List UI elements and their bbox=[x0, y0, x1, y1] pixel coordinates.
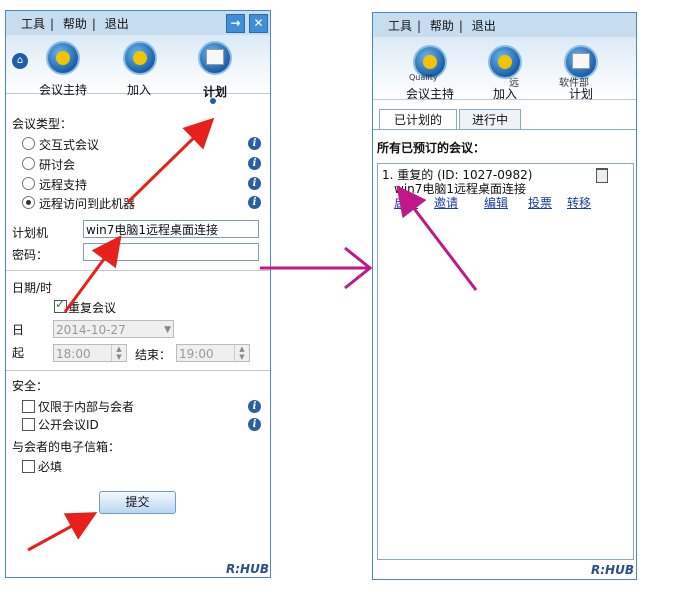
action-edit[interactable]: 编辑 bbox=[484, 194, 508, 211]
date-select[interactable]: 2014-10-27 ▼ bbox=[53, 320, 174, 338]
nav-row: ⌂ 会议主持 加入 计划 bbox=[6, 35, 270, 104]
scheduler-window-left: 工具 | 帮助 | 退出 → ✕ ⌂ 会议主持 加入 计划 会议类型： 交互式会议 … bbox=[5, 10, 271, 578]
menu-bar: 工具 | 帮助 | 退出 bbox=[373, 13, 636, 37]
start-label: 起 bbox=[12, 346, 25, 360]
menu-tools[interactable]: 工具 bbox=[21, 17, 45, 31]
end-time-input[interactable]: 19:00 ▲ ▼ bbox=[176, 344, 250, 362]
info-icon[interactable]: i bbox=[248, 137, 261, 150]
scheduler-window-right: 工具 | 帮助 | 退出 Quality 会议主持 远 加入 软件部 计划 已计划的… bbox=[372, 12, 637, 580]
end-label: 结束： bbox=[135, 348, 172, 362]
type-label-seminar: 研讨会 bbox=[39, 158, 76, 172]
start-time-input[interactable]: 18:00 ▲ ▼ bbox=[53, 344, 127, 362]
tab-planned[interactable]: 已计划的 bbox=[379, 109, 457, 130]
section-heading: 所有已预订的会议： bbox=[377, 141, 486, 155]
action-transfer[interactable]: 转移 bbox=[567, 194, 591, 211]
radio-remote-access[interactable] bbox=[22, 196, 35, 209]
info-icon[interactable]: i bbox=[248, 177, 261, 190]
security-label: 安全： bbox=[12, 379, 49, 393]
close-icon[interactable]: ✕ bbox=[249, 14, 268, 33]
type-label-remote-support: 远程支持 bbox=[39, 178, 88, 192]
action-invite[interactable]: 邀请 bbox=[434, 194, 458, 211]
type-label-remote-access: 远程访问到此机器 bbox=[39, 197, 136, 211]
password-input[interactable] bbox=[83, 243, 259, 261]
radio-seminar[interactable] bbox=[22, 157, 35, 170]
tab-ongoing[interactable]: 进行中 bbox=[459, 109, 521, 130]
meeting-type-label: 会议类型： bbox=[12, 117, 73, 131]
info-icon[interactable]: i bbox=[248, 196, 261, 209]
spinner-icon[interactable]: ▲ ▼ bbox=[111, 345, 126, 361]
password-label: 密码： bbox=[12, 248, 49, 262]
check-icon: ✓ bbox=[55, 297, 66, 311]
action-vote[interactable]: 投票 bbox=[528, 194, 552, 211]
nav-host-label[interactable]: 会议主持 bbox=[39, 81, 87, 98]
arrow-right-icon[interactable]: → bbox=[226, 14, 245, 33]
nav-row: Quality 会议主持 远 加入 软件部 计划 bbox=[373, 37, 636, 102]
radio-interactive[interactable] bbox=[22, 137, 35, 150]
spinner-icon[interactable]: ▲ ▼ bbox=[234, 345, 249, 361]
internal-only-label: 仅限于内部与会者 bbox=[38, 400, 135, 414]
menu-bar: 工具 | 帮助 | 退出 → ✕ bbox=[6, 11, 270, 35]
menu-help[interactable]: 帮助 bbox=[430, 19, 454, 33]
action-start[interactable]: 启动 bbox=[394, 194, 418, 211]
active-indicator bbox=[210, 98, 216, 104]
menu-tools[interactable]: 工具 bbox=[388, 19, 412, 33]
repeat-checkbox[interactable]: ✓ bbox=[54, 297, 67, 313]
rhub-logo: R:HUB bbox=[591, 563, 634, 577]
required-checkbox[interactable] bbox=[22, 460, 35, 473]
type-label-interactive: 交互式会议 bbox=[39, 138, 100, 152]
trash-icon[interactable] bbox=[596, 168, 608, 183]
home-icon[interactable]: ⌂ bbox=[12, 53, 28, 69]
email-label: 与会者的电子信箱： bbox=[12, 440, 121, 454]
rhub-logo: R:HUB bbox=[226, 562, 269, 576]
calendar-icon bbox=[206, 49, 224, 65]
menu-exit[interactable]: 退出 bbox=[472, 19, 496, 33]
schedule-icon[interactable] bbox=[198, 41, 232, 75]
nav-join-label[interactable]: 加入 bbox=[127, 81, 151, 98]
tab-underline bbox=[373, 129, 636, 130]
nav-schedule-label[interactable]: 计划 bbox=[203, 83, 227, 100]
host-meeting-icon[interactable] bbox=[46, 41, 80, 75]
nav-join-label[interactable]: 加入 bbox=[493, 85, 517, 102]
people-icon bbox=[133, 51, 147, 65]
submit-button[interactable]: 提交 bbox=[99, 491, 176, 514]
meeting-list: 1. 重复的 (ID: 1027-0982) win7电脑1远程桌面连接 启动 … bbox=[377, 163, 634, 560]
nav-host-label[interactable]: 会议主持 bbox=[406, 85, 454, 102]
computer-label: 计划机 bbox=[12, 226, 49, 240]
public-id-checkbox[interactable] bbox=[22, 418, 35, 431]
person-icon bbox=[56, 51, 70, 65]
start-time-value: 18:00 bbox=[56, 347, 91, 361]
divider bbox=[6, 370, 270, 371]
calendar-icon bbox=[572, 53, 590, 69]
required-label: 必填 bbox=[38, 460, 63, 474]
nav-schedule-label[interactable]: 计划 bbox=[569, 85, 593, 102]
date-section-label: 日期/时 bbox=[12, 281, 53, 295]
info-icon[interactable]: i bbox=[248, 157, 261, 170]
date-value: 2014-10-27 bbox=[56, 323, 126, 337]
divider bbox=[6, 270, 270, 271]
menu-exit[interactable]: 退出 bbox=[105, 17, 129, 31]
info-icon[interactable]: i bbox=[248, 400, 261, 413]
internal-only-checkbox[interactable] bbox=[22, 400, 35, 413]
menu: 工具 | 帮助 | 退出 bbox=[388, 19, 496, 33]
chevron-down-icon: ▼ bbox=[164, 325, 171, 335]
nav-overlap-text: Quality bbox=[409, 73, 438, 82]
info-icon[interactable]: i bbox=[248, 418, 261, 431]
computer-input[interactable]: win7电脑1远程桌面连接 bbox=[83, 220, 259, 238]
repeat-label: 重复会议 bbox=[68, 301, 117, 315]
radio-remote-support[interactable] bbox=[22, 177, 35, 190]
people-icon bbox=[498, 55, 512, 69]
day-label: 日 bbox=[12, 323, 25, 337]
person-icon bbox=[423, 55, 437, 69]
join-meeting-icon[interactable] bbox=[123, 41, 157, 75]
end-time-value: 19:00 bbox=[179, 347, 214, 361]
menu: 工具 | 帮助 | 退出 bbox=[21, 17, 129, 31]
menu-help[interactable]: 帮助 bbox=[63, 17, 87, 31]
public-id-label: 公开会议ID bbox=[38, 418, 99, 432]
arrow-between-panels bbox=[260, 246, 373, 290]
